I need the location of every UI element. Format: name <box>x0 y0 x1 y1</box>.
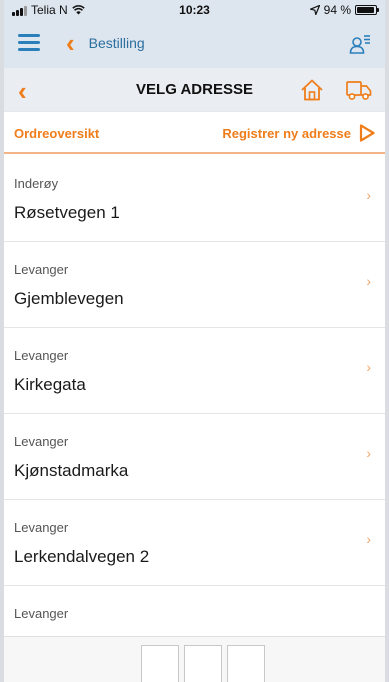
chevron-right-icon: › <box>366 445 371 461</box>
address-item[interactable]: Inderøy Røsetvegen 1 › <box>4 156 385 242</box>
address-city: Levanger <box>14 520 69 535</box>
location-arrow-icon <box>309 5 320 15</box>
action-bar: Ordreoversikt Registrer ny adresse <box>4 112 385 154</box>
battery-icon <box>355 5 379 15</box>
address-item[interactable]: Levanger Kjønstadmarka › <box>4 414 385 500</box>
battery-info: 94 % <box>309 3 379 17</box>
address-street: Lerkendalvegen 2 <box>14 547 150 566</box>
address-item[interactable]: Levanger Lerkendalvegen 2 › <box>4 500 385 586</box>
address-street: Røsetvegen 1 <box>14 203 120 222</box>
address-street: Kjønstadmarka <box>14 461 129 480</box>
chevron-left-icon: ‹ <box>66 28 75 58</box>
app-screen: Telia N 10:23 94 % ‹ Bestilling ‹ VELG A… <box>4 0 385 682</box>
chevron-right-icon: › <box>366 187 371 203</box>
order-overview-link[interactable]: Ordreoversikt <box>14 126 99 141</box>
hamburger-icon[interactable] <box>18 34 40 52</box>
address-street: Gjemblevegen <box>14 289 124 308</box>
top-navigation: ‹ Bestilling <box>4 20 385 68</box>
address-city: Levanger <box>14 348 69 363</box>
page-title: VELG ADRESSE <box>136 81 253 98</box>
chevron-right-icon: › <box>366 359 371 375</box>
truck-icon[interactable] <box>346 79 372 101</box>
nav-title: Bestilling <box>88 35 145 51</box>
address-item[interactable]: Levanger <box>4 586 385 626</box>
tab-slot[interactable] <box>227 645 265 682</box>
address-list: Inderøy Røsetvegen 1 › Levanger Gjemblev… <box>4 156 385 626</box>
play-triangle-icon[interactable] <box>359 124 375 142</box>
battery-percent: 94 % <box>323 3 351 17</box>
page-header: ‹ VELG ADRESSE <box>4 68 385 112</box>
address-city: Levanger <box>14 606 69 621</box>
bottom-tab-bar <box>4 636 385 682</box>
register-new-address-link[interactable]: Registrer ny adresse <box>222 126 351 141</box>
back-to-bestilling[interactable]: ‹ Bestilling <box>66 28 145 58</box>
user-menu-icon[interactable] <box>349 33 371 55</box>
address-city: Levanger <box>14 434 69 449</box>
status-bar: Telia N 10:23 94 % <box>4 0 385 20</box>
address-city: Levanger <box>14 262 69 277</box>
address-item[interactable]: Levanger Gjemblevegen › <box>4 242 385 328</box>
address-item[interactable]: Levanger Kirkegata › <box>4 328 385 414</box>
address-street: Kirkegata <box>14 375 86 394</box>
home-icon[interactable] <box>300 78 324 102</box>
chevron-right-icon: › <box>366 531 371 547</box>
chevron-right-icon: › <box>366 273 371 289</box>
tab-slot[interactable] <box>184 645 222 682</box>
battery-level <box>357 7 374 13</box>
tab-slot[interactable] <box>141 645 179 682</box>
address-city: Inderøy <box>14 176 59 191</box>
